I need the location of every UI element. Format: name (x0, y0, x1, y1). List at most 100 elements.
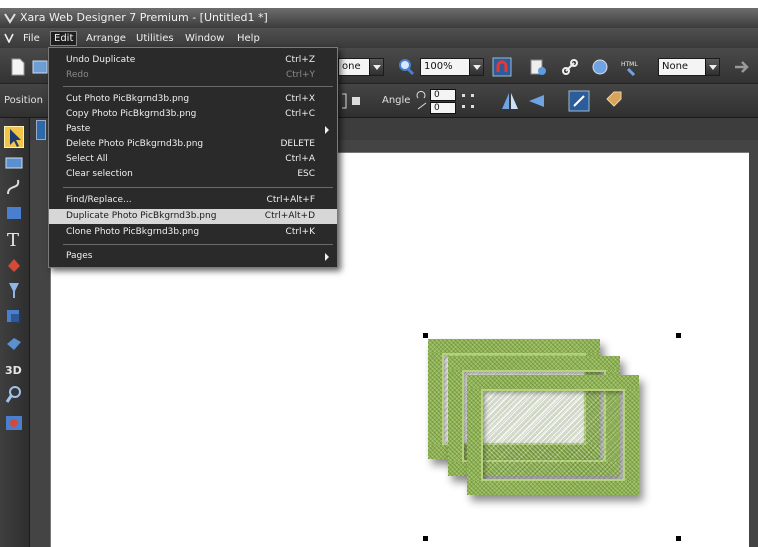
menu-separator (63, 244, 333, 245)
svg-text:3D: 3D (5, 364, 22, 377)
flip-horizontal-icon[interactable] (500, 91, 520, 111)
menu-item-select-all[interactable]: Select All Ctrl+A (49, 152, 337, 167)
pen-tool-icon[interactable] (568, 90, 590, 112)
menu-item-cut[interactable]: Cut Photo PicBkgrnd3b.png Ctrl+X (49, 92, 337, 107)
menu-item-shortcut: Ctrl+Alt+D (264, 211, 315, 221)
page-gallery-tab[interactable] (36, 120, 46, 140)
tool-rectangle[interactable] (4, 202, 24, 224)
menu-item-label: Undo Duplicate (66, 55, 136, 65)
menu-item-label: Clear selection (66, 169, 133, 179)
web-preview-icon[interactable] (590, 57, 610, 77)
angle-value: 0 (434, 90, 440, 100)
photo-frame-front[interactable] (467, 375, 639, 495)
rotate-icon (416, 90, 427, 110)
text-icon: T (7, 230, 19, 251)
edit-menu-dropdown: Undo Duplicate Ctrl+Z Redo Ctrl+Y Cut Ph… (48, 47, 338, 268)
svg-text:T: T (7, 230, 19, 250)
tool-selector[interactable] (4, 126, 24, 148)
menu-arrange[interactable]: Arrange (83, 31, 129, 46)
bevel-icon (7, 338, 21, 350)
selection-handle-bottom-left[interactable] (423, 536, 428, 541)
3d-icon: 3D (5, 364, 22, 377)
tool-photo[interactable] (4, 412, 24, 434)
menu-item-pages[interactable]: Pages (49, 249, 337, 264)
menu-item-find-replace[interactable]: Find/Replace... Ctrl+Alt+F (49, 193, 337, 208)
chevron-down-icon[interactable] (705, 59, 719, 75)
tool-fill[interactable] (4, 254, 24, 276)
menu-window[interactable]: Window (182, 31, 227, 46)
flip-vertical-icon[interactable] (526, 91, 546, 111)
menu-item-label: Select All (66, 154, 108, 164)
rectangle-icon (7, 207, 21, 219)
selection-handle-top-right[interactable] (676, 333, 681, 338)
tool-magnify[interactable] (4, 384, 24, 406)
submenu-arrow-icon (325, 253, 329, 261)
freehand-icon (7, 179, 20, 195)
menu-item-duplicate[interactable]: Duplicate Photo PicBkgrnd3b.png Ctrl+Alt… (49, 209, 337, 224)
app-window: Xara Web Designer 7 Premium - [Untitled1… (0, 0, 758, 547)
tool-zoom[interactable] (4, 152, 24, 174)
zoom-icon (5, 157, 23, 169)
menu-help[interactable]: Help (234, 31, 263, 46)
menu-item-paste[interactable]: Paste (49, 122, 337, 137)
zoom-combo[interactable]: 100% (420, 58, 484, 76)
menu-item-label: Clone Photo PicBkgrnd3b.png (66, 227, 200, 237)
photo-icon (6, 416, 22, 430)
menu-item-delete[interactable]: Delete Photo PicBkgrnd3b.png DELETE (49, 137, 337, 152)
selection-handle-top-left[interactable] (423, 333, 428, 338)
title-bar: Xara Web Designer 7 Premium - [Untitled1… (0, 8, 758, 28)
menu-item-label: Paste (66, 124, 91, 134)
tool-bevel[interactable] (4, 332, 24, 354)
menu-item-shortcut: Ctrl+Alt+F (266, 195, 315, 205)
app-menu-icon[interactable] (4, 33, 14, 43)
link-icon[interactable] (560, 57, 580, 77)
magnify-icon (5, 386, 21, 403)
tool-3d[interactable]: 3D (4, 358, 24, 380)
style-combo[interactable]: None (658, 58, 720, 76)
lock-aspect-icon[interactable] (340, 92, 364, 110)
skew-value: 0 (434, 103, 440, 113)
menu-utilities[interactable]: Utilities (133, 31, 177, 46)
center-handles-icon[interactable] (460, 92, 476, 110)
xara-logo-icon (4, 13, 16, 24)
menu-item-undo[interactable]: Undo Duplicate Ctrl+Z (49, 53, 337, 68)
selection-handle-bottom-right[interactable] (676, 536, 681, 541)
quality-combo-value: one (342, 61, 361, 72)
magnet-icon[interactable] (492, 57, 512, 77)
publish-icon[interactable] (528, 57, 548, 77)
menu-item-shortcut: Ctrl+A (285, 154, 315, 164)
open-document-icon[interactable] (30, 57, 50, 77)
new-document-icon[interactable] (8, 57, 28, 77)
menu-item-shortcut: ESC (297, 169, 315, 179)
tag-icon[interactable] (604, 90, 624, 110)
menu-edit[interactable]: Edit (50, 31, 78, 46)
angle-input[interactable]: 0 (430, 89, 456, 101)
quality-combo[interactable]: one (338, 58, 384, 76)
menu-item-shortcut: Ctrl+C (285, 109, 315, 119)
tool-freehand[interactable] (4, 176, 24, 198)
menu-item-shortcut: Ctrl+X (285, 94, 315, 104)
menu-file[interactable]: File (20, 31, 43, 46)
menu-bar: File Edit Arrange Utilities Window Help (0, 28, 758, 48)
angle-label: Angle (382, 95, 411, 106)
menu-item-clear-selection[interactable]: Clear selection ESC (49, 167, 337, 182)
tool-transparency[interactable] (4, 280, 24, 302)
arrow-right-icon[interactable] (732, 57, 752, 77)
skew-input[interactable]: 0 (430, 102, 456, 114)
html-code-icon[interactable]: HTML (620, 57, 640, 77)
tool-text[interactable]: T (4, 228, 24, 251)
tool-shadow[interactable] (4, 306, 24, 328)
menu-item-copy[interactable]: Copy Photo PicBkgrnd3b.png Ctrl+C (49, 107, 337, 122)
chevron-down-icon[interactable] (369, 59, 383, 75)
menu-item-label: Redo (66, 70, 89, 80)
position-label: Position (4, 95, 43, 106)
menu-item-label: Pages (66, 251, 93, 261)
menu-item-clone[interactable]: Clone Photo PicBkgrnd3b.png Ctrl+K (49, 225, 337, 240)
svg-text:HTML: HTML (621, 61, 638, 68)
menu-item-label: Find/Replace... (66, 195, 132, 205)
menu-separator (63, 187, 333, 188)
chevron-down-icon[interactable] (469, 59, 483, 75)
menu-item-redo[interactable]: Redo Ctrl+Y (49, 68, 337, 83)
zoom-tool-icon[interactable] (396, 57, 416, 77)
toolbox: T 3D (0, 118, 30, 547)
